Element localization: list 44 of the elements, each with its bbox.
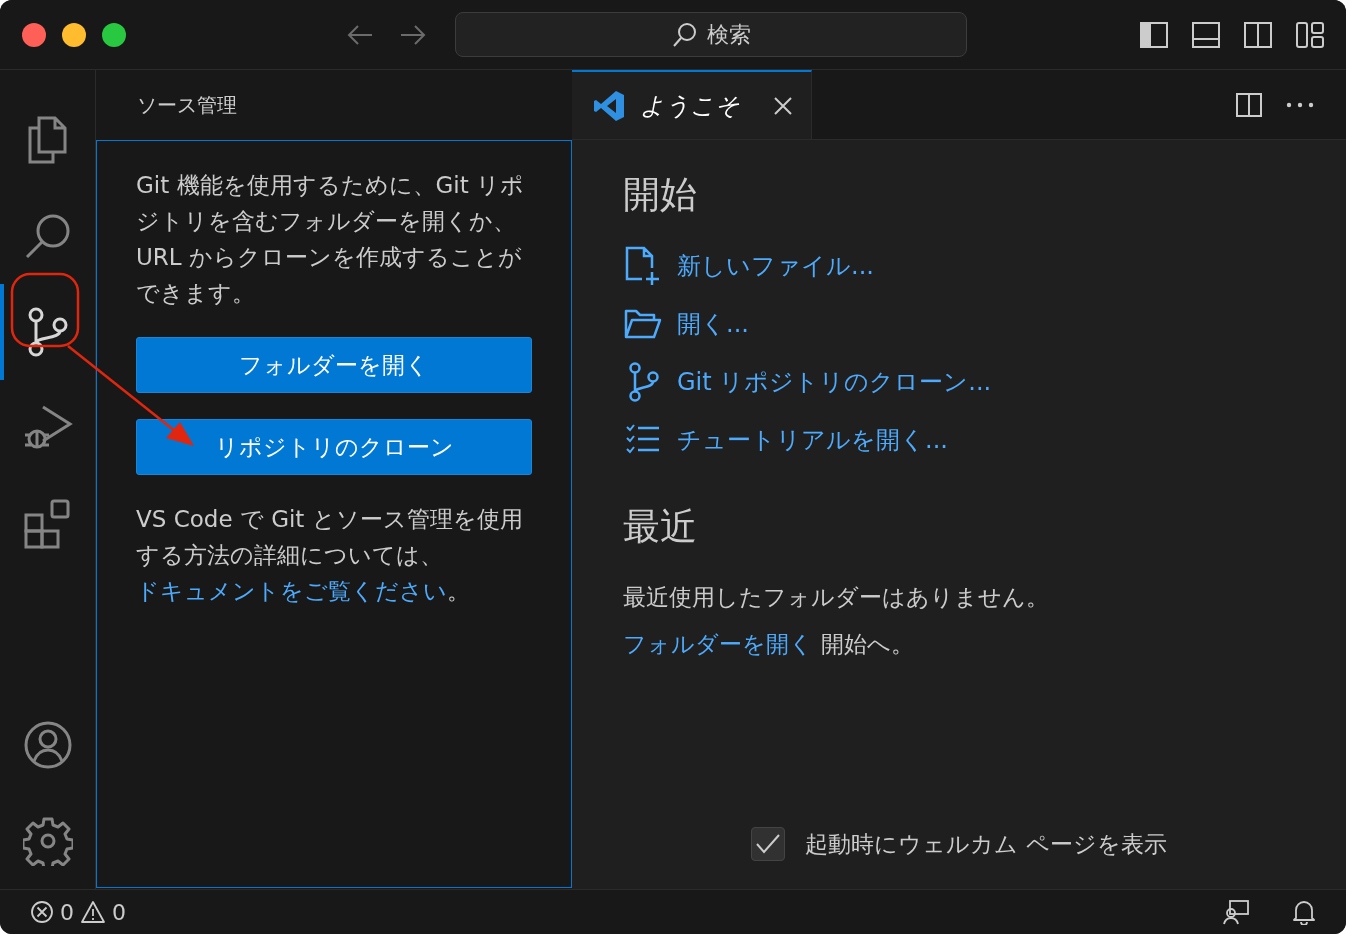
search-icon (23, 212, 72, 260)
start-text: 開始へ。 (821, 630, 914, 659)
sidebar-title: ソース管理 (136, 92, 238, 119)
code-editor-logo-icon (592, 88, 626, 123)
warning-icon (80, 900, 106, 924)
minimize-window-button[interactable] (62, 22, 86, 47)
settings-icon (22, 816, 73, 866)
extensions-icon (23, 499, 72, 549)
account-icon (22, 720, 73, 770)
back-arrow-icon[interactable] (346, 22, 374, 47)
editor-tab[interactable]: ようこそ (572, 70, 812, 139)
clone-repository-button[interactable]: リポジトリのクローン (136, 419, 532, 475)
intro-text: Git 機能を使用するために、Git リポジトリを含むフォルダーを開くか、URL からクローンを作成することができます。 (136, 171, 526, 308)
notifications-icon[interactable] (1292, 899, 1316, 925)
branch-icon (26, 307, 69, 357)
close-window-button[interactable] (22, 22, 46, 47)
docs-text: VS Code で Git とソース管理を使用する方法の詳細については、 ドキュメントをご覧ください。 (136, 505, 524, 606)
close-icon[interactable] (773, 95, 793, 116)
search-field[interactable]: 検索 (455, 12, 967, 57)
search-icon (671, 20, 699, 49)
toggle-sidebar-icon[interactable] (1140, 20, 1168, 49)
docs-link[interactable]: ドキュメントをご覧ください (136, 578, 447, 604)
toggle-panel-icon[interactable] (1192, 20, 1220, 49)
start-link[interactable]: Git リポジトリのクローン... (677, 366, 992, 398)
open-folder-link[interactable]: フォルダーを開く (623, 629, 813, 660)
show-on-startup-label: 起動時にウェルカム ページを表示 (805, 829, 1167, 859)
forward-arrow-icon[interactable] (399, 22, 427, 47)
start-link[interactable]: チュートリアルを開く... (677, 424, 948, 456)
split-editor-icon[interactable] (1236, 91, 1262, 118)
error-icon (30, 900, 54, 924)
recent-heading: 最近 (623, 504, 698, 550)
toggle-secondary-sidebar-icon[interactable] (1244, 20, 1272, 49)
open-folder-button[interactable]: フォルダーを開く (136, 337, 532, 393)
problems-status[interactable]: 0 0 (30, 899, 126, 925)
customize-layout-icon[interactable] (1296, 20, 1324, 49)
start-link[interactable]: 新しいファイル... (677, 250, 874, 282)
start-link[interactable]: 開く... (677, 308, 749, 340)
zoom-window-button[interactable] (102, 22, 126, 47)
show-on-startup-checkbox[interactable] (751, 827, 786, 861)
folder-icon (623, 308, 663, 340)
start-heading: 開始 (623, 172, 698, 218)
feedback-icon[interactable] (1222, 899, 1250, 925)
no-recent-text: 最近使用したフォルダーはありません。 (623, 583, 1050, 612)
more-icon[interactable] (1286, 101, 1314, 108)
